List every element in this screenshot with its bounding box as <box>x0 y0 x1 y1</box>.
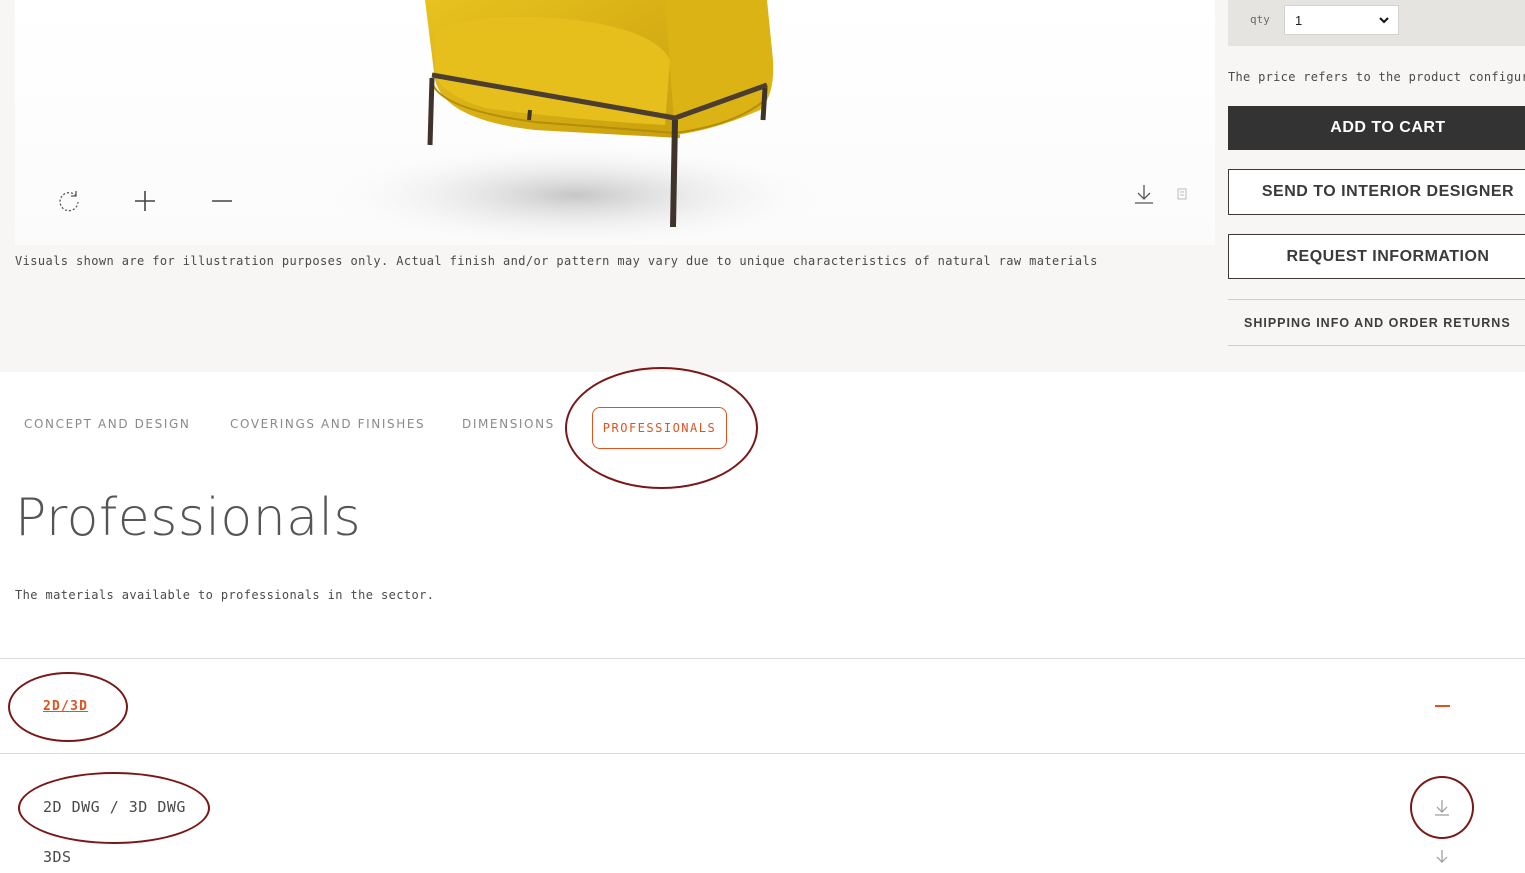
visual-disclaimer: Visuals shown are for illustration purpo… <box>15 254 1098 268</box>
send-to-designer-button[interactable]: SEND TO INTERIOR DESIGNER <box>1228 169 1525 215</box>
shipping-info-link[interactable]: SHIPPING INFO AND ORDER RETURNS <box>1228 299 1525 346</box>
collapse-icon[interactable] <box>1435 705 1450 707</box>
download-icon <box>1435 800 1449 816</box>
ar-icon <box>1177 188 1187 200</box>
download-icon <box>1436 850 1448 863</box>
product-top-area: Visuals shown are for illustration purpo… <box>0 0 1525 372</box>
chevron-down-icon <box>1379 17 1389 24</box>
tab-concept-and-design[interactable]: CONCEPT AND DESIGN <box>24 417 190 431</box>
qty-value: 1 <box>1295 12 1303 28</box>
file-2d-3d-dwg: 2D DWG / 3D DWG <box>43 798 186 816</box>
qty-box: qty 1 <box>1228 0 1525 46</box>
zoom-in-button[interactable] <box>128 184 162 218</box>
file-3ds: 3DS <box>43 848 72 866</box>
request-information-button[interactable]: REQUEST INFORMATION <box>1228 234 1525 279</box>
tab-dimensions[interactable]: DIMENSIONS <box>462 417 555 431</box>
product-3d-viewer[interactable] <box>15 0 1215 245</box>
page-title: Professionals <box>15 488 362 548</box>
viewer-download-button[interactable] <box>1127 177 1161 211</box>
ar-view-button[interactable] <box>1165 177 1199 211</box>
rotate-icon <box>59 191 79 212</box>
divider <box>0 658 1525 659</box>
add-to-cart-button[interactable]: ADD TO CART <box>1228 106 1525 150</box>
download-3ds-button[interactable] <box>1432 848 1452 868</box>
qty-select[interactable]: 1 <box>1284 5 1399 35</box>
accordion-2d3d-header[interactable]: 2D/3D <box>43 699 88 714</box>
price-note: The price refers to the product configur… <box>1228 70 1525 84</box>
tab-coverings-and-finishes[interactable]: COVERINGS AND FINISHES <box>230 417 425 431</box>
zoom-out-icon <box>212 200 232 202</box>
chair-image <box>315 0 835 245</box>
product-tabs: CONCEPT AND DESIGN COVERINGS AND FINISHE… <box>0 400 1525 460</box>
rotate-button[interactable] <box>52 184 86 218</box>
zoom-out-button[interactable] <box>205 184 239 218</box>
divider <box>0 753 1525 754</box>
download-icon <box>1135 185 1153 204</box>
purchase-panel: qty 1 The price refers to the product co… <box>1228 0 1525 372</box>
zoom-in-icon <box>135 191 155 211</box>
download-2d-3d-dwg-button[interactable] <box>1432 798 1452 818</box>
page-subtitle: The materials available to professionals… <box>15 588 435 602</box>
tab-professionals[interactable]: PROFESSIONALS <box>592 407 727 449</box>
qty-label: qty <box>1250 13 1270 26</box>
